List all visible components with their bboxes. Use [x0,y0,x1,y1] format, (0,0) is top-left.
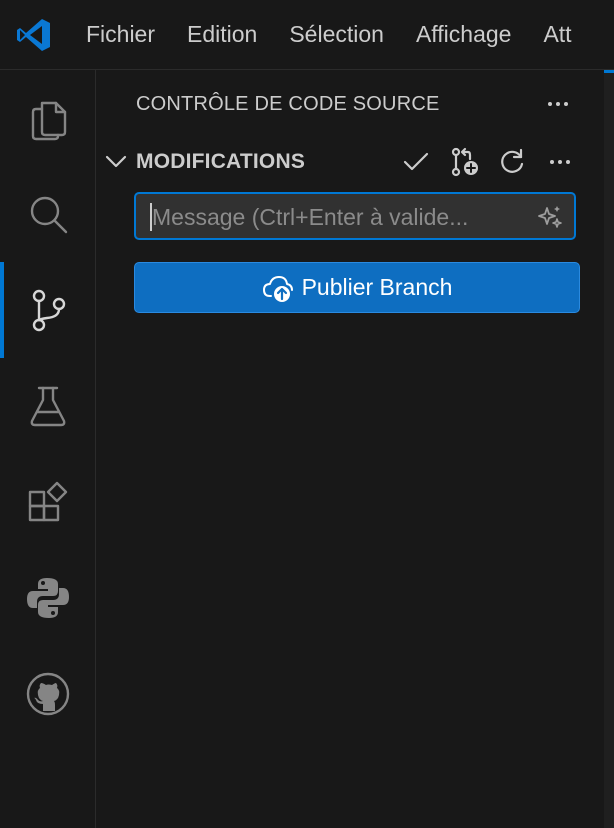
commit-check-icon [403,152,429,171]
activity-python[interactable] [0,550,95,646]
testing-flask-icon [30,386,65,427]
chevron-down-icon[interactable] [104,150,128,174]
publish-branch-label: Publier Branch [301,274,453,300]
github-icon [26,672,69,716]
more-actions-icon [550,160,570,164]
commit-button[interactable] [398,144,434,180]
activity-bar [0,70,96,828]
cloud-upload-icon [262,275,293,302]
source-control-icon [32,289,65,332]
stash-button[interactable] [446,144,482,180]
activity-search[interactable] [0,166,95,262]
refresh-button[interactable] [494,144,530,180]
section-title: MODIFICATIONS [136,150,306,173]
activity-source-control[interactable] [0,262,95,358]
title-bar: Fichier Edition Sélection Affichage Att [0,0,614,70]
publish-branch-button[interactable]: Publier Branch [134,262,580,313]
editor-tab-accent [604,70,614,73]
activity-explorer[interactable] [0,70,95,166]
panel-title: CONTRÔLE DE CODE SOURCE [136,93,440,115]
editor-edge [604,70,614,828]
activity-github[interactable] [0,646,95,742]
stash-add-icon [451,147,478,177]
menu-selection[interactable]: Sélection [273,0,400,69]
sparkle-icon[interactable] [536,203,564,231]
active-indicator [0,262,4,358]
section-more-actions-button[interactable] [542,144,578,180]
panel-more-actions-button[interactable] [542,88,574,120]
activity-extensions[interactable] [0,454,95,550]
vscode-logo-icon [17,19,50,51]
menu-edit[interactable]: Edition [171,0,273,69]
commit-message-placeholder: Message (Ctrl+Enter à valide... [152,204,469,230]
source-control-panel: CONTRÔLE DE CODE SOURCE MODIFICATIONS Me… [96,70,604,828]
changes-section-header[interactable]: MODIFICATIONS [96,142,604,182]
menu-file[interactable]: Fichier [70,0,171,69]
menu-view[interactable]: Affichage [400,0,527,69]
more-actions-icon [548,102,568,106]
refresh-icon [501,148,524,173]
activity-testing[interactable] [0,358,95,454]
python-icon [26,578,69,618]
extensions-icon [28,481,67,522]
menu-bar: Fichier Edition Sélection Affichage Att [70,0,588,69]
explorer-files-icon [31,101,66,141]
menu-go-truncated[interactable]: Att [527,0,587,69]
commit-message-input[interactable]: Message (Ctrl+Enter à valide... [134,192,576,240]
search-icon [30,196,67,234]
